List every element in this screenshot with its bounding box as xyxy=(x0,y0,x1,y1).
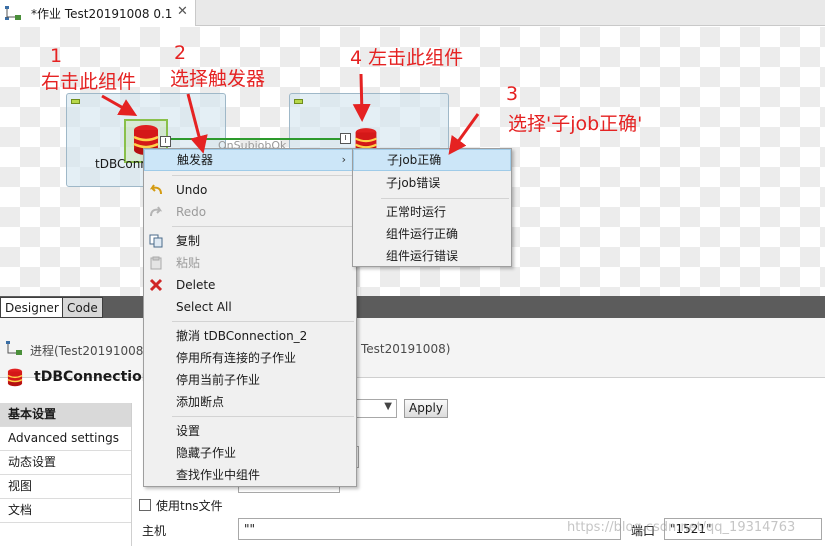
component-port[interactable]: I xyxy=(160,136,171,147)
submenu-item-subjob-error[interactable]: 子job错误 xyxy=(353,172,511,194)
menu-item-redo[interactable]: Redo xyxy=(144,201,356,223)
annotation-step3-number: 3 xyxy=(506,83,519,105)
menu-item-label: 粘贴 xyxy=(176,256,201,270)
menu-item-copy[interactable]: 复制 xyxy=(144,230,356,252)
menu-item-delete[interactable]: Delete xyxy=(144,274,356,296)
tab-code[interactable]: Code xyxy=(62,297,103,318)
watermark: https://blog.csdn.net/qq_19314763 xyxy=(567,520,796,535)
nav-dynamic-settings[interactable]: 动态设置 xyxy=(0,451,131,475)
annotation-step1-number: 1 xyxy=(50,45,63,67)
menu-item-label: 隐藏子作业 xyxy=(176,446,237,460)
menu-separator xyxy=(381,198,509,199)
menu-item-label: 复制 xyxy=(176,234,201,248)
chevron-down-icon: ▼ xyxy=(384,401,392,412)
menu-item-label: Select All xyxy=(176,300,232,314)
menu-item-label: 查找作业中组件 xyxy=(176,468,261,482)
menu-item-disable-current-subjob[interactable]: 停用当前子作业 xyxy=(144,369,356,391)
subjob-collapse-toggle[interactable] xyxy=(71,99,80,104)
menu-item-label: 停用当前子作业 xyxy=(176,373,261,387)
menu-item-deactivate[interactable]: 撤消 tDBConnection_2 xyxy=(144,325,356,347)
menu-item-select-all[interactable]: Select All xyxy=(144,296,356,318)
nav-advanced-settings[interactable]: Advanced settings xyxy=(0,427,131,451)
editor-tab-title: *作业 Test20191008 0.1 xyxy=(31,7,173,21)
job-icon xyxy=(5,6,21,20)
settings-nav: 基本设置 Advanced settings 动态设置 视图 文档 xyxy=(0,403,132,546)
apply-button[interactable]: Apply xyxy=(404,399,448,418)
submenu-item-component-ok[interactable]: 组件运行正确 xyxy=(353,223,511,245)
subjob-collapse-toggle[interactable] xyxy=(294,99,303,104)
menu-separator xyxy=(172,175,354,176)
job-icon xyxy=(6,341,22,355)
trigger-submenu: 子job正确 子job错误 正常时运行 组件运行正确 组件运行错误 xyxy=(352,148,512,267)
component-title: tDBConnection xyxy=(34,369,152,385)
redo-icon xyxy=(150,206,163,217)
menu-item-settings[interactable]: 设置 xyxy=(144,420,356,442)
tab-designer[interactable]: Designer xyxy=(0,297,64,318)
editor-tab[interactable]: *作业 Test20191008 0.1 ✕ xyxy=(0,0,196,26)
host-input[interactable]: "" xyxy=(238,518,621,540)
menu-item-add-breakpoint[interactable]: 添加断点 xyxy=(144,391,356,413)
close-icon[interactable]: ✕ xyxy=(177,4,188,19)
menu-item-label: Undo xyxy=(176,183,208,197)
menu-item-label: 添加断点 xyxy=(176,395,225,409)
menu-separator xyxy=(172,321,354,322)
submenu-item-component-error[interactable]: 组件运行错误 xyxy=(353,245,511,267)
menu-item-find-component[interactable]: 查找作业中组件 xyxy=(144,464,356,486)
use-tns-label: 使用tns文件 xyxy=(156,499,223,513)
nav-basic-settings[interactable]: 基本设置 xyxy=(0,403,131,427)
menu-item-paste[interactable]: 粘贴 xyxy=(144,252,356,274)
component-panel-header: 进程(Test20191008 Test20191008) tDBConnect… xyxy=(0,318,825,387)
submenu-item-run-if[interactable]: 正常时运行 xyxy=(353,201,511,223)
process-breadcrumb-suffix: Test20191008) xyxy=(361,342,451,356)
menu-item-label: 停用所有连接的子作业 xyxy=(176,351,297,365)
menu-item-label: Redo xyxy=(176,205,207,219)
nav-documentation[interactable]: 文档 xyxy=(0,499,131,523)
nav-view[interactable]: 视图 xyxy=(0,475,131,499)
annotation-step4-text: 4 左击此组件 xyxy=(350,47,464,69)
host-label: 主机 xyxy=(142,524,167,538)
context-menu: 触发器 › Undo Redo 复制 粘贴 Delete Select All … xyxy=(143,148,357,487)
menu-item-trigger[interactable]: 触发器 › xyxy=(144,149,356,171)
component-port[interactable]: I xyxy=(340,133,351,144)
chevron-right-icon: › xyxy=(341,153,346,166)
submenu-item-subjob-ok[interactable]: 子job正确 xyxy=(353,149,511,171)
menu-item-undo[interactable]: Undo xyxy=(144,179,356,201)
process-breadcrumb: 进程(Test20191008 xyxy=(30,344,144,358)
menu-item-label: 触发器 xyxy=(177,153,214,167)
use-tns-checkbox[interactable] xyxy=(139,499,151,511)
database-icon xyxy=(7,368,23,387)
delete-icon xyxy=(149,278,163,292)
menu-item-hide-subjob[interactable]: 隐藏子作业 xyxy=(144,442,356,464)
editor-tab-bar: *作业 Test20191008 0.1 ✕ xyxy=(0,0,825,26)
undo-icon xyxy=(149,184,162,195)
copy-icon xyxy=(149,234,163,248)
menu-item-label: 撤消 tDBConnection_2 xyxy=(176,329,308,343)
annotation-step2-number: 2 xyxy=(174,42,187,64)
paste-icon xyxy=(150,256,162,270)
menu-separator xyxy=(172,226,354,227)
annotation-step2-text: 选择触发器 xyxy=(170,68,266,90)
menu-separator xyxy=(172,416,354,417)
menu-item-label: 设置 xyxy=(176,424,201,438)
annotation-step3-text: 选择'子job正确' xyxy=(508,113,643,135)
annotation-step1-text: 右击此组件 xyxy=(41,71,137,93)
menu-item-label: Delete xyxy=(176,278,216,292)
menu-item-disable-connected-subjobs[interactable]: 停用所有连接的子作业 xyxy=(144,347,356,369)
editor-view-tabs: Designer Code xyxy=(0,296,825,318)
property-type-select[interactable]: ▼ xyxy=(350,399,397,418)
